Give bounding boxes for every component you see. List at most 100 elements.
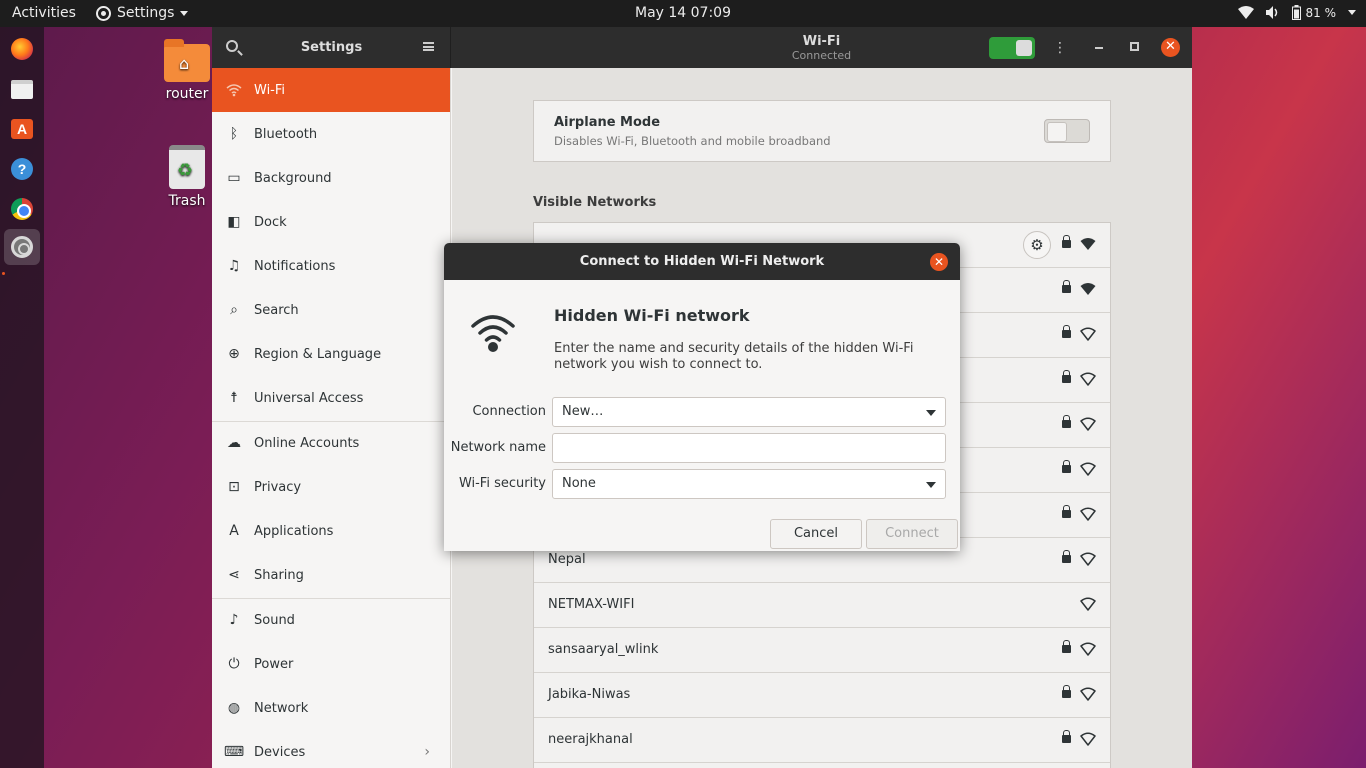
desktop-icon-label: router: [165, 86, 209, 102]
lock-icon: [1062, 685, 1071, 698]
network-row[interactable]: NETMAX-WIFI: [534, 583, 1110, 628]
network-row[interactable]: neerajkhanal: [534, 718, 1110, 763]
bell-icon: ♫: [227, 258, 241, 274]
wifi-toggle[interactable]: [989, 37, 1035, 59]
sidebar-item-label: Background: [254, 170, 332, 186]
wifi-signal-icon: [1080, 552, 1096, 566]
sidebar-item-label: Online Accounts: [254, 435, 360, 451]
system-tray[interactable]: 81 %: [1237, 5, 1356, 20]
maximize-icon[interactable]: [1130, 42, 1139, 51]
network-row[interactable]: Jabika-Niwas: [534, 673, 1110, 718]
settings-icon: [11, 236, 33, 258]
dock-settings[interactable]: [4, 229, 40, 265]
airplane-mode-description: Disables Wi-Fi, Bluetooth and mobile bro…: [554, 134, 831, 148]
bluetooth-icon: ᛒ: [229, 126, 239, 142]
battery-icon: [1291, 5, 1301, 20]
airplane-mode-title: Airplane Mode: [554, 115, 661, 130]
lock-icon: [1062, 280, 1071, 293]
sidebar-item-label: Sharing: [254, 567, 304, 583]
network-name-input[interactable]: [552, 433, 946, 463]
dock-help[interactable]: ?: [6, 153, 38, 185]
activities-button[interactable]: Activities: [12, 5, 76, 21]
help-icon: ?: [11, 158, 33, 180]
sidebar-item-applications[interactable]: A Applications: [212, 509, 450, 553]
sidebar-header: Settings: [212, 27, 451, 68]
chevron-down-icon: [180, 10, 189, 16]
wifi-signal-icon: [1080, 687, 1096, 701]
app-menu-button[interactable]: Settings: [96, 5, 189, 21]
sidebar-item-label: Notifications: [254, 258, 336, 274]
sidebar-item-notifications[interactable]: ♫ Notifications: [212, 244, 450, 288]
sidebar-item-region[interactable]: ⊕ Region & Language: [212, 332, 450, 376]
running-indicator: [2, 272, 5, 275]
desktop-icon-router[interactable]: ⌂ router: [157, 39, 217, 102]
sidebar-item-label: Search: [254, 302, 299, 318]
wifi-signal-icon: [1080, 597, 1096, 611]
sidebar-item-label: Region & Language: [254, 346, 382, 362]
wifi-signal-icon: [1080, 327, 1096, 341]
clock-container: May 14 07:09: [0, 5, 1366, 21]
connection-dropdown[interactable]: New…: [552, 397, 946, 427]
lock-icon: [1062, 370, 1071, 383]
network-settings-gear-icon[interactable]: ⚙: [1023, 231, 1051, 259]
sidebar-item-search[interactable]: ⌕ Search: [212, 288, 450, 332]
sidebar-item-privacy[interactable]: ⊡ Privacy: [212, 465, 450, 509]
connect-button[interactable]: Connect: [866, 519, 958, 549]
sidebar-item-bluetooth[interactable]: ᛒ Bluetooth: [212, 112, 450, 156]
chevron-down-icon: [926, 482, 936, 488]
sidebar-item-devices[interactable]: ⌨ Devices ›: [212, 730, 450, 768]
top-bar: Activities Settings May 14 07:09 81 %: [0, 0, 1366, 27]
close-icon[interactable]: ✕: [930, 253, 948, 271]
wifi-status-icon: [1237, 6, 1254, 19]
dock-icon: ◧: [227, 214, 241, 230]
dialog-title-bar: Connect to Hidden Wi-Fi Network ✕: [444, 243, 960, 280]
dialog-title: Connect to Hidden Wi-Fi Network: [579, 254, 825, 269]
dock-files[interactable]: [6, 73, 38, 105]
trash-icon: ♻: [169, 145, 205, 189]
network-name-label: Network name: [450, 440, 546, 455]
sidebar-item-wifi[interactable]: Wi-Fi: [212, 68, 450, 112]
lock-icon: [1062, 640, 1071, 653]
sidebar-item-sharing[interactable]: ⋖ Sharing: [212, 553, 450, 597]
clock[interactable]: May 14 07:09: [635, 5, 731, 21]
more-options-icon[interactable]: ⋮: [1053, 40, 1067, 56]
sidebar-item-sound[interactable]: ♪ Sound: [212, 598, 450, 642]
network-row[interactable]: sansaaryal_wlink: [534, 628, 1110, 673]
wifi-security-dropdown[interactable]: None: [552, 469, 946, 499]
wifi-signal-icon: [1080, 372, 1096, 386]
sidebar-item-label: Dock: [254, 214, 287, 230]
visible-networks-title: Visible Networks: [533, 195, 657, 210]
dock-firefox[interactable]: [6, 33, 38, 65]
app-menu-label: Settings: [117, 5, 175, 21]
dock-chrome[interactable]: [6, 193, 38, 225]
wifi-signal-icon: [1080, 642, 1096, 656]
sidebar-item-universal-access[interactable]: ☨ Universal Access: [212, 376, 450, 420]
network-icon: ◍: [227, 700, 241, 716]
minimize-icon[interactable]: [1095, 47, 1103, 49]
share-icon: ⋖: [228, 567, 240, 583]
sidebar-item-label: Privacy: [254, 479, 302, 495]
background-icon: ▭: [227, 170, 241, 186]
header-bar: Settings Wi-Fi Connected ⋮ ✕: [212, 27, 1192, 68]
sidebar-item-label: Universal Access: [254, 390, 364, 406]
globe-icon: ⊕: [228, 346, 240, 362]
sidebar-item-network[interactable]: ◍ Network: [212, 686, 450, 730]
desktop-icon-label: Trash: [168, 193, 206, 209]
firefox-icon: [11, 38, 33, 60]
sidebar-item-label: Applications: [254, 523, 334, 539]
close-icon[interactable]: ✕: [1161, 38, 1180, 57]
sidebar-item-online-accounts[interactable]: ☁ Online Accounts: [212, 421, 450, 465]
desktop-icon-trash[interactable]: ♻ Trash: [157, 145, 217, 209]
sidebar-item-label: Sound: [254, 612, 295, 628]
lock-icon: [1062, 505, 1071, 518]
dock-software[interactable]: A: [6, 113, 38, 145]
airplane-mode-toggle[interactable]: [1044, 119, 1090, 143]
cancel-button[interactable]: Cancel: [770, 519, 862, 549]
sidebar-item-power[interactable]: ⏻ Power: [212, 642, 450, 686]
hamburger-menu-icon[interactable]: [423, 42, 434, 51]
devices-icon: ⌨: [223, 744, 245, 760]
sidebar-item-dock[interactable]: ◧ Dock: [212, 200, 450, 244]
panel-title-group: Wi-Fi Connected: [451, 34, 1192, 62]
lock-icon: [1062, 730, 1071, 743]
sidebar-item-background[interactable]: ▭ Background: [212, 156, 450, 200]
